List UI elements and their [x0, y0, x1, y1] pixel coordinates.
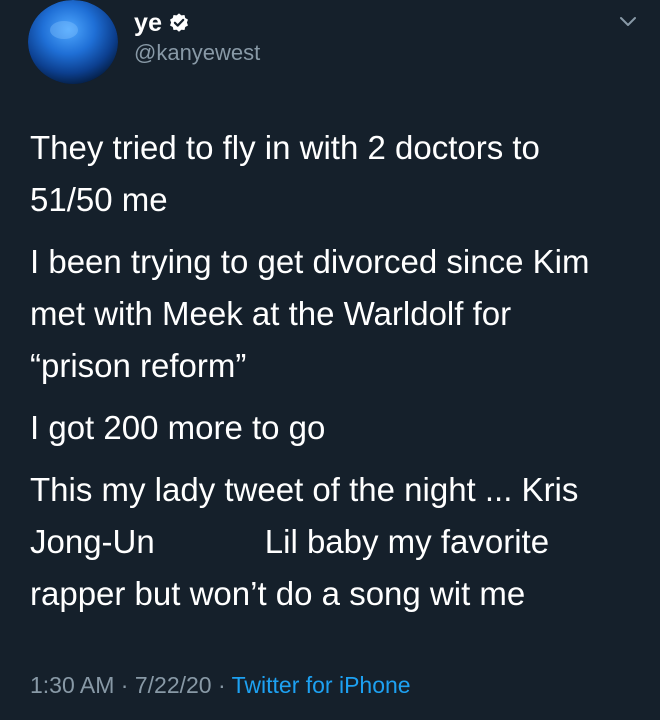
meta-separator: · — [211, 672, 232, 698]
tweet-body: They tried to fly in with 2 doctors to 5… — [30, 122, 640, 630]
avatar[interactable] — [28, 0, 118, 84]
tweet-paragraph: I got 200 more to go — [30, 409, 326, 446]
chevron-down-icon[interactable] — [618, 12, 638, 32]
author-name-row: ye — [134, 6, 190, 40]
globe-avatar-image — [28, 0, 118, 84]
tweet-paragraph: This my lady tweet of the night ... Kris… — [30, 471, 579, 612]
tweet-paragraph: I been trying to get divorced since Kim … — [30, 243, 590, 384]
meta-separator: · — [114, 672, 135, 698]
tweet-date[interactable]: 7/22/20 — [135, 672, 212, 698]
display-name[interactable]: ye — [134, 9, 162, 38]
tweet-metadata: 1:30 AM · 7/22/20 · Twitter for iPhone — [30, 672, 411, 699]
verified-badge-icon — [168, 12, 190, 34]
user-handle[interactable]: @kanyewest — [134, 40, 260, 66]
tweet-source-link[interactable]: Twitter for iPhone — [232, 672, 411, 698]
tweet-paragraph: They tried to fly in with 2 doctors to 5… — [30, 129, 540, 218]
tweet-card: ye @kanyewest They tried to fly in with … — [0, 0, 660, 720]
tweet-time[interactable]: 1:30 AM — [30, 672, 114, 698]
